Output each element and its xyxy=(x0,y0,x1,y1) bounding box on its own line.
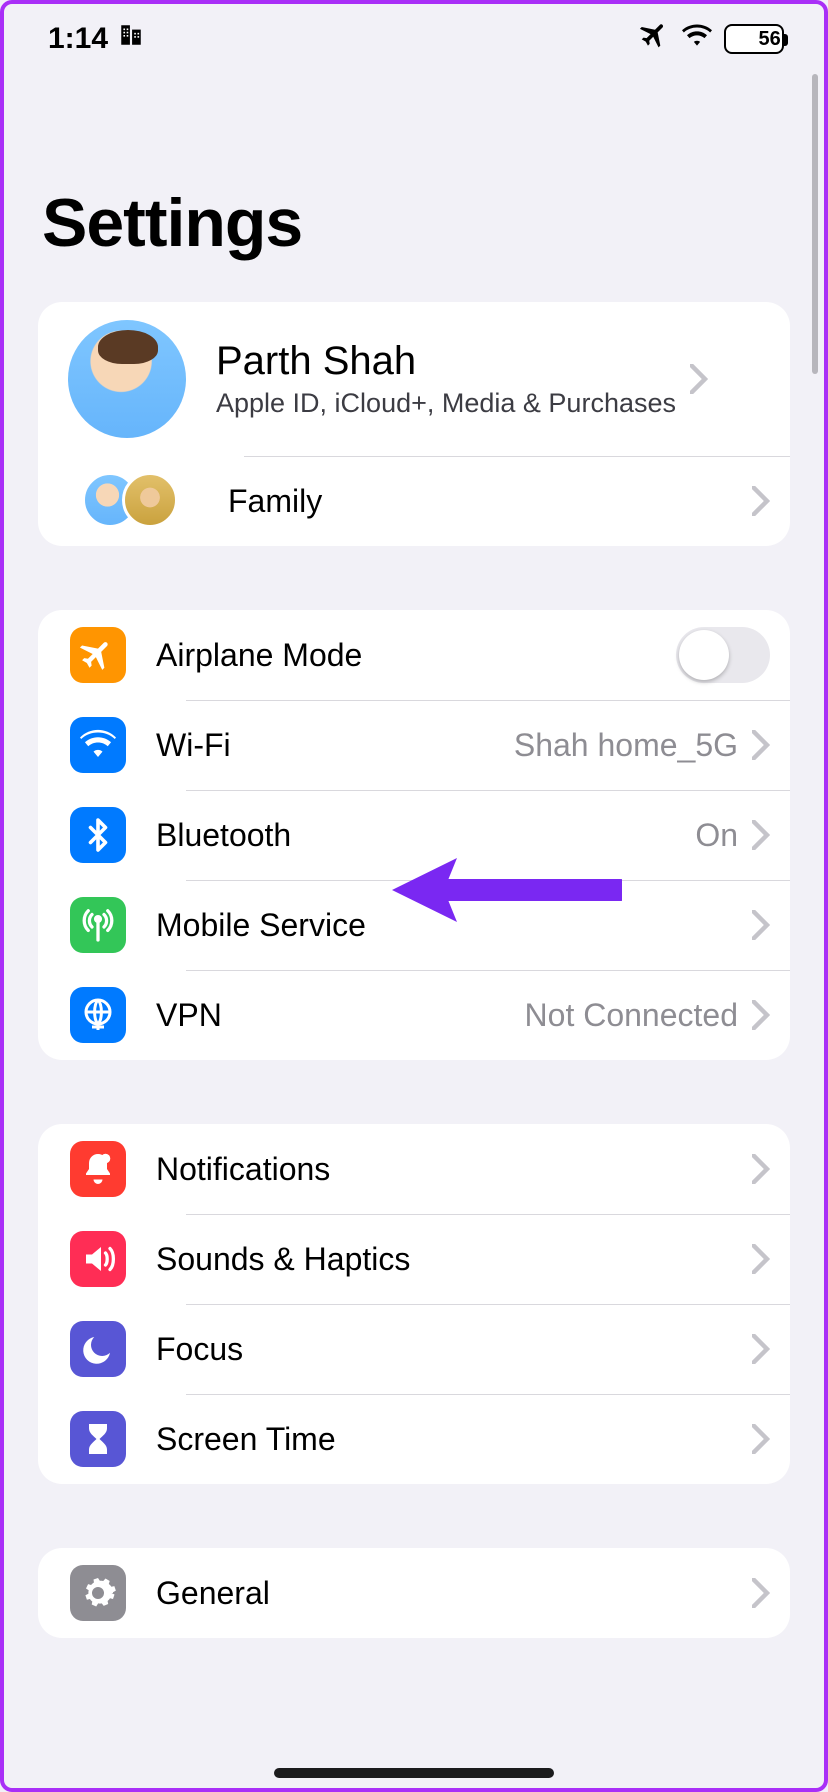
home-indicator[interactable] xyxy=(274,1768,554,1778)
general-label: General xyxy=(156,1575,738,1612)
airplane-mode-status-icon xyxy=(640,20,670,58)
status-right: 56 xyxy=(640,20,784,58)
profile-group: Parth Shah Apple ID, iCloud+, Media & Pu… xyxy=(38,302,790,546)
bluetooth-label: Bluetooth xyxy=(156,817,685,854)
screentime-row[interactable]: Screen Time xyxy=(38,1394,790,1484)
moon-icon xyxy=(70,1321,126,1377)
airplane-toggle[interactable] xyxy=(676,627,770,683)
focus-label: Focus xyxy=(156,1331,738,1368)
airplane-label: Airplane Mode xyxy=(156,637,676,674)
wifi-status-icon xyxy=(682,22,712,56)
general-row[interactable]: General xyxy=(38,1548,790,1638)
apple-id-row[interactable]: Parth Shah Apple ID, iCloud+, Media & Pu… xyxy=(38,302,790,456)
bluetooth-icon xyxy=(70,807,126,863)
notifications-row[interactable]: Notifications xyxy=(38,1124,790,1214)
wifi-detail: Shah home_5G xyxy=(504,727,738,764)
scrollbar[interactable] xyxy=(812,74,818,374)
battery-indicator: 56 xyxy=(724,24,784,54)
family-avatars xyxy=(82,472,192,530)
battery-level: 56 xyxy=(759,28,781,51)
sounds-label: Sounds & Haptics xyxy=(156,1241,738,1278)
page-title: Settings xyxy=(4,74,824,302)
status-bar: 1:14 56 xyxy=(4,4,824,74)
bluetooth-row[interactable]: Bluetooth On xyxy=(38,790,790,880)
focus-row[interactable]: Focus xyxy=(38,1304,790,1394)
chevron-right-icon xyxy=(690,364,708,394)
chevron-right-icon xyxy=(752,1000,770,1030)
profile-subtitle: Apple ID, iCloud+, Media & Purchases xyxy=(216,388,676,419)
clock: 1:14 xyxy=(48,22,108,56)
globe-icon xyxy=(70,987,126,1043)
chevron-right-icon xyxy=(752,820,770,850)
connectivity-group: Airplane Mode Wi-Fi Shah home_5G Bluetoo… xyxy=(38,610,790,1060)
chevron-right-icon xyxy=(752,730,770,760)
building-icon xyxy=(118,22,144,56)
chevron-right-icon xyxy=(752,1424,770,1454)
chevron-right-icon xyxy=(752,1334,770,1364)
avatar xyxy=(68,320,186,438)
wifi-row[interactable]: Wi-Fi Shah home_5G xyxy=(38,700,790,790)
mobile-service-row[interactable]: Mobile Service xyxy=(38,880,790,970)
bluetooth-detail: On xyxy=(685,817,738,854)
chevron-right-icon xyxy=(752,1244,770,1274)
speaker-icon xyxy=(70,1231,126,1287)
chevron-right-icon xyxy=(752,486,770,516)
mobile-label: Mobile Service xyxy=(156,907,738,944)
general-group: General xyxy=(38,1548,790,1638)
bell-icon xyxy=(70,1141,126,1197)
chevron-right-icon xyxy=(752,910,770,940)
vpn-row[interactable]: VPN Not Connected xyxy=(38,970,790,1060)
sounds-row[interactable]: Sounds & Haptics xyxy=(38,1214,790,1304)
vpn-detail: Not Connected xyxy=(515,997,738,1034)
antenna-icon xyxy=(70,897,126,953)
gear-icon xyxy=(70,1565,126,1621)
notifications-label: Notifications xyxy=(156,1151,738,1188)
system-group: Notifications Sounds & Haptics Focus Scr… xyxy=(38,1124,790,1484)
wifi-icon xyxy=(70,717,126,773)
family-label: Family xyxy=(228,483,738,520)
wifi-label: Wi-Fi xyxy=(156,727,504,764)
screentime-label: Screen Time xyxy=(156,1421,738,1458)
profile-name: Parth Shah xyxy=(216,339,676,384)
status-left: 1:14 xyxy=(48,22,144,56)
airplane-mode-row[interactable]: Airplane Mode xyxy=(38,610,790,700)
chevron-right-icon xyxy=(752,1154,770,1184)
hourglass-icon xyxy=(70,1411,126,1467)
family-row[interactable]: Family xyxy=(38,456,790,546)
airplane-icon xyxy=(70,627,126,683)
vpn-label: VPN xyxy=(156,997,515,1034)
chevron-right-icon xyxy=(752,1578,770,1608)
